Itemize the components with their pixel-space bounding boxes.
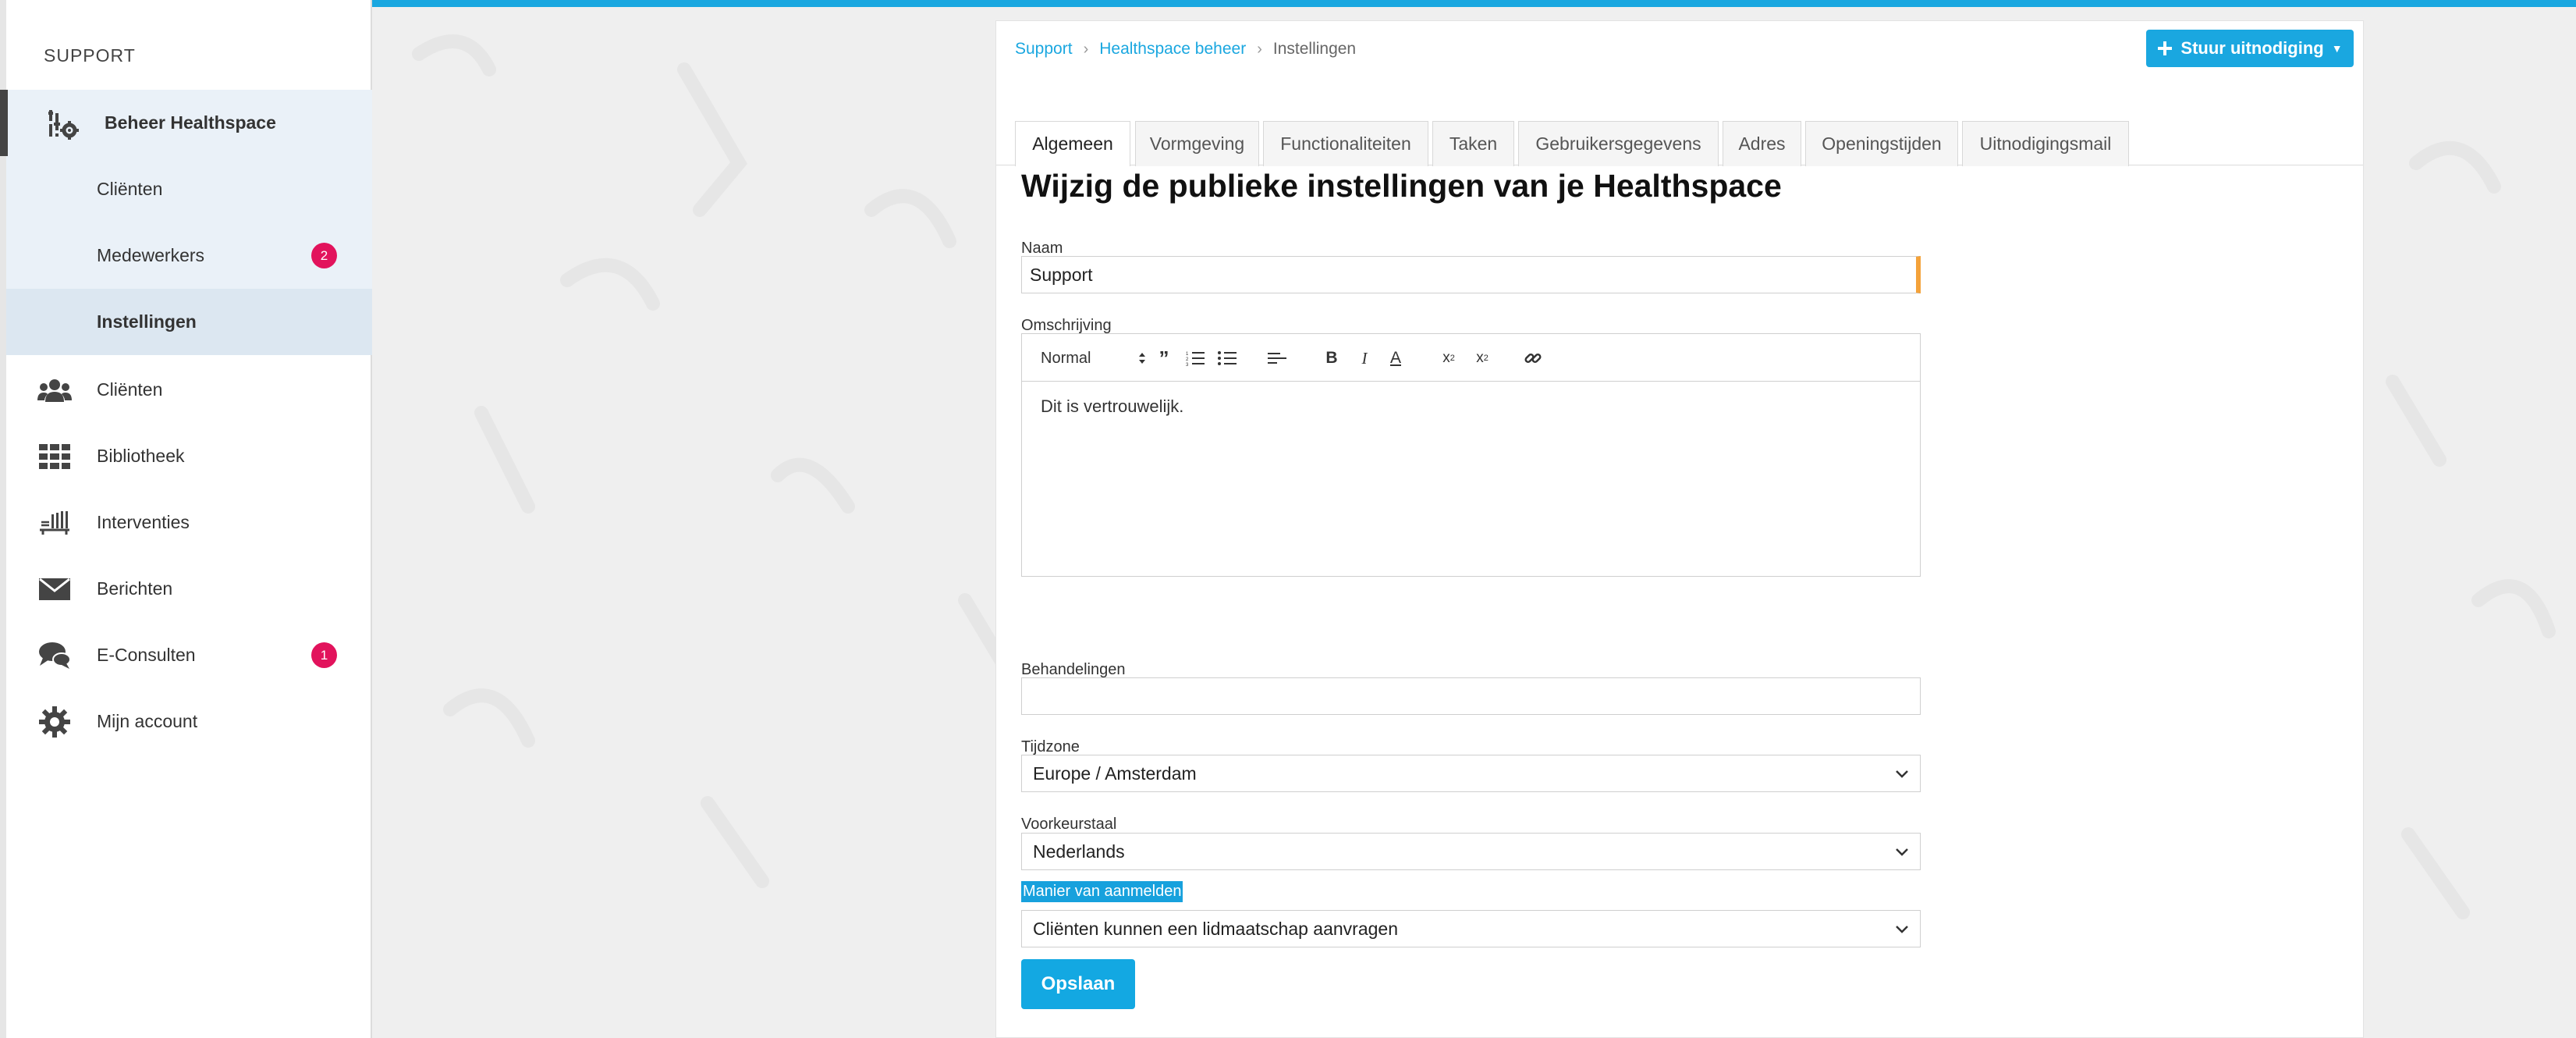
svg-text:1: 1 [1186, 352, 1189, 357]
sidebar-item-label: Medewerkers [97, 245, 205, 265]
tab-adres[interactable]: Adres [1723, 121, 1801, 166]
sidebar-item-label: Instellingen [97, 311, 197, 332]
tab-gebruikersgegevens[interactable]: Gebruikersgegevens [1518, 121, 1719, 166]
chevron-right-icon: › [1083, 40, 1089, 58]
chevron-down-icon [1896, 770, 1908, 778]
sidebar-item-label: Berichten [97, 578, 173, 599]
top-accent-bar [372, 0, 2576, 7]
breadcrumb-link-healthspace-beheer[interactable]: Healthspace beheer [1099, 40, 1246, 59]
sidebar-item-medewerkers[interactable]: Medewerkers 2 [6, 222, 372, 289]
language-value: Nederlands [1033, 841, 1125, 862]
name-label: Naam [1021, 240, 1063, 257]
treatments-input[interactable] [1021, 677, 1921, 715]
description-editor[interactable]: Normal ” 123 B I A x2 x2 Dit is vertrouw… [1021, 333, 1921, 577]
sidebar-item-label: E-Consulten [97, 645, 196, 665]
page-title: Wijzig de publieke instellingen van je H… [1021, 168, 1782, 204]
sidebar-item-beheer-healthspace[interactable]: Beheer Healthspace [0, 90, 372, 156]
name-input[interactable]: Support [1021, 256, 1921, 293]
editor-content[interactable]: Dit is vertrouwelijk. [1041, 396, 1183, 417]
sidebar-item-bibliotheek[interactable]: Bibliotheek [6, 423, 372, 489]
sidebar-item-e-consulten[interactable]: E-Consulten 1 [6, 622, 372, 688]
tab-taken[interactable]: Taken [1432, 121, 1514, 166]
align-left-icon[interactable] [1265, 347, 1289, 370]
sidebar-heading: SUPPORT [44, 45, 136, 66]
chat-icon [37, 639, 72, 672]
signup-method-select[interactable]: Cliënten kunnen een lidmaatschap aanvrag… [1021, 910, 1921, 947]
sidebar-item-interventies[interactable]: Interventies [6, 489, 372, 556]
sidebar-item-clienten-sub[interactable]: Cliënten [6, 156, 372, 222]
sidebar-item-clienten[interactable]: Cliënten [6, 357, 372, 423]
save-button[interactable]: Opslaan [1021, 959, 1135, 1009]
settings-tabs: Algemeen Vormgeving Functionaliteiten Ta… [996, 99, 2363, 166]
healthspace-settings-icon [45, 107, 80, 140]
sidebar-item-label: Cliënten [97, 379, 163, 400]
sort-arrows-icon [1139, 353, 1145, 364]
treatments-label: Behandelingen [1021, 661, 1126, 678]
language-select[interactable]: Nederlands [1021, 833, 1921, 870]
settings-panel: Support › Healthspace beheer › Instellin… [995, 20, 2364, 1038]
description-label: Omschrijving [1021, 317, 1112, 334]
superscript-icon[interactable]: x2 [1469, 347, 1496, 370]
gear-icon [37, 706, 72, 738]
bullet-list-icon[interactable] [1215, 347, 1239, 370]
tab-vormgeving[interactable]: Vormgeving [1135, 121, 1259, 166]
signup-method-value: Cliënten kunnen een lidmaatschap aanvrag… [1033, 918, 1398, 939]
link-icon[interactable] [1521, 347, 1545, 370]
tab-openingstijden[interactable]: Openingstijden [1805, 121, 1958, 166]
text-color-icon[interactable]: A [1385, 347, 1407, 370]
format-select-value: Normal [1041, 349, 1091, 367]
grid-icon [37, 440, 72, 473]
timezone-select[interactable]: Europe / Amsterdam [1021, 755, 1921, 792]
sidebar-item-berichten[interactable]: Berichten [6, 556, 372, 622]
users-icon [37, 374, 72, 407]
subscript-icon[interactable]: x2 [1435, 347, 1462, 370]
italic-icon[interactable]: I [1354, 347, 1375, 370]
envelope-icon [37, 573, 72, 606]
svg-text:3: 3 [1186, 363, 1189, 366]
notification-badge: 1 [311, 642, 337, 668]
sidebar-item-label: Beheer Healthspace [105, 112, 276, 133]
tab-algemeen[interactable]: Algemeen [1015, 121, 1130, 166]
caret-down-icon: ▼ [2331, 42, 2343, 55]
sidebar-item-mijn-account[interactable]: Mijn account [6, 688, 372, 755]
sidebar-item-label: Interventies [97, 512, 190, 532]
chevron-down-icon [1896, 926, 1908, 933]
send-invite-button[interactable]: Stuur uitnodiging ▼ [2146, 30, 2354, 67]
tab-functionaliteiten[interactable]: Functionaliteiten [1263, 121, 1428, 166]
chevron-down-icon [1896, 848, 1908, 856]
bold-icon[interactable]: B [1321, 347, 1343, 370]
breadcrumb-current: Instellingen [1272, 40, 1357, 58]
sidebar-item-label: Bibliotheek [97, 446, 185, 466]
blockquote-icon[interactable]: ” [1153, 347, 1175, 370]
interventions-icon [37, 507, 72, 539]
language-label: Voorkeurstaal [1021, 816, 1117, 833]
breadcrumb: Support › Healthspace beheer › Instellin… [1015, 40, 1356, 59]
signup-method-label: Manier van aanmelden [1021, 881, 1183, 902]
format-select[interactable]: Normal [1041, 347, 1146, 370]
ordered-list-icon[interactable]: 123 [1183, 347, 1207, 370]
send-invite-label: Stuur uitnodiging [2180, 38, 2324, 58]
breadcrumb-link-support[interactable]: Support [1015, 40, 1073, 59]
sidebar: SUPPORT Beheer Healthspace Cliënten Mede… [0, 0, 372, 1038]
sidebar-item-label: Mijn account [97, 711, 198, 731]
sidebar-item-label: Cliënten [97, 179, 163, 199]
notification-badge: 2 [311, 243, 337, 268]
sidebar-item-instellingen[interactable]: Instellingen [6, 289, 372, 355]
svg-text:2: 2 [1186, 357, 1189, 362]
plus-icon [2158, 41, 2173, 55]
chevron-right-icon: › [1257, 40, 1262, 58]
timezone-value: Europe / Amsterdam [1033, 763, 1197, 784]
editor-toolbar: Normal ” 123 B I A x2 x2 [1022, 334, 1920, 382]
timezone-label: Tijdzone [1021, 738, 1080, 755]
tab-uitnodigingsmail[interactable]: Uitnodigingsmail [1962, 121, 2129, 166]
